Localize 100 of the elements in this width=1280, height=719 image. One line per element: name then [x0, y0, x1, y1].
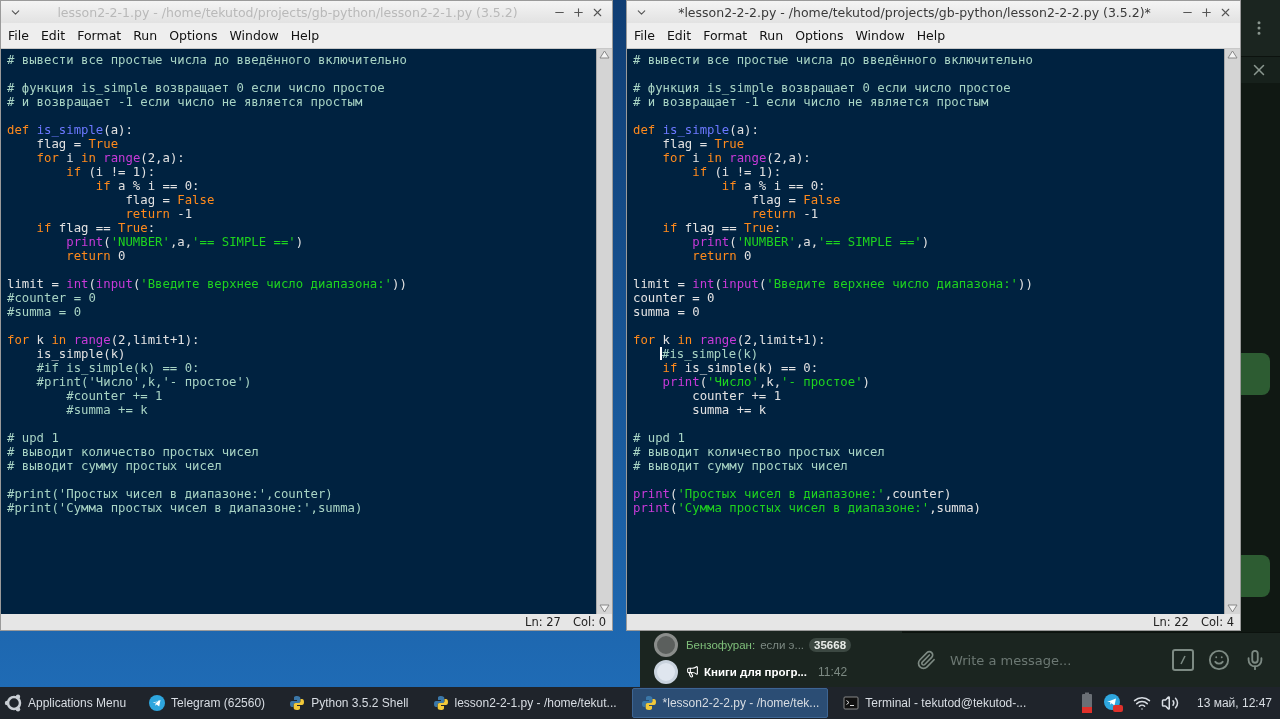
taskbar-item[interactable]: Terminal - tekutod@tekutod-... — [834, 688, 1036, 718]
wifi-icon[interactable] — [1133, 694, 1151, 712]
menu-item[interactable]: Format — [698, 25, 753, 46]
menu-item[interactable]: Help — [285, 25, 325, 46]
menu-item[interactable]: Options — [164, 25, 223, 46]
clock[interactable]: 13 май, 12:47 — [1197, 696, 1272, 710]
python-icon — [289, 695, 306, 711]
menu-item[interactable]: Run — [128, 25, 163, 46]
chat-item[interactable]: Книги для прогр... 11:42 — [640, 658, 902, 685]
code-line: #counter += 1 — [65, 389, 164, 403]
code-line: # upd 1 — [633, 431, 686, 445]
chat-time: 11:42 — [818, 664, 848, 679]
unread-count: 35668 — [809, 637, 852, 652]
taskbar-item[interactable]: *lesson2-2-2.py - /home/tek... — [631, 688, 829, 718]
taskbar-item[interactable]: Python 3.5.2 Shell — [280, 688, 418, 718]
code-line: summa = 0 — [633, 305, 701, 319]
code-line: # вывести все простые числа до введённого включительно — [633, 53, 1034, 67]
code-line: limit = int(input('Введите верхнее число диапазона:')) — [7, 277, 408, 291]
code-line: # выводит сумму простых чисел — [633, 459, 849, 473]
code-line: # и возвращает -1 если число не является простым — [633, 95, 990, 109]
python-icon — [432, 695, 449, 711]
code-line: if is_simple(k) == 0: — [661, 361, 820, 375]
code-line: #if is_simple(k) == 0: — [35, 361, 201, 375]
code-line: # функция is_simple возвращает 0 если число простое — [633, 81, 1012, 95]
code-line: # выводит количество простых чисел — [7, 445, 260, 459]
code-line: #print('Сумма простых чисел в диапазоне:',summa) — [7, 501, 364, 515]
maximize-icon[interactable] — [1200, 5, 1213, 19]
code-line: # upd 1 — [7, 431, 60, 445]
code-line: counter += 1 — [691, 389, 783, 403]
menu-item[interactable]: File — [629, 25, 660, 46]
code-line: print('NUMBER',a,'== SIMPLE ==') — [691, 235, 931, 249]
code-line: for i in range(2,a): — [35, 151, 186, 165]
code-line: return 0 — [65, 249, 127, 263]
code-line: print('Простых чисел в диапазоне:',counter) — [633, 487, 953, 501]
code-line: is_simple(k) — [35, 347, 127, 361]
menu-item[interactable]: Help — [911, 25, 951, 46]
menu-item[interactable]: Options — [790, 25, 849, 46]
code-line: print('NUMBER',a,'== SIMPLE ==') — [65, 235, 305, 249]
menu-item[interactable]: File — [3, 25, 34, 46]
code-line: #print('Число',k,'- простое') — [35, 375, 253, 389]
code-line: #print('Простых чисел в диапазоне:',counter) — [7, 487, 334, 501]
menu-item[interactable]: Format — [72, 25, 127, 46]
column-number: Col: 0 — [572, 615, 606, 629]
code-line: counter = 0 — [633, 291, 716, 305]
code-line: flag = False — [750, 193, 842, 207]
column-number: Col: 4 — [1200, 615, 1234, 629]
code-line: #is_simple(k) — [633, 347, 1224, 361]
code-line: #counter = 0 — [7, 291, 97, 305]
window-title: *lesson2-2-2.py - /home/tekutod/projects/gb-python/lesson2-2-2.py (3.5.2)* — [677, 4, 1152, 20]
code-line: if flag == True: — [35, 221, 157, 235]
code-line: flag = False — [124, 193, 216, 207]
code-line: if a % i == 0: — [94, 179, 201, 193]
avatar — [654, 659, 678, 684]
chat-name: Бензофуран: — [686, 638, 756, 651]
menu-item[interactable]: Window — [850, 25, 910, 46]
chat-preview: если э... — [760, 638, 805, 651]
code-line: # выводит количество простых чисел — [633, 445, 886, 459]
scrollbar[interactable] — [1224, 49, 1240, 614]
menu-item[interactable]: Edit — [661, 25, 697, 46]
scrollbar[interactable] — [596, 49, 612, 614]
taskbar-item[interactable]: lesson2-2-1.py - /home/tekut... — [423, 688, 626, 718]
avatar — [654, 632, 678, 657]
python-icon — [640, 695, 657, 711]
code-line: # вывести все простые числа до введённого включительно — [7, 53, 408, 67]
menu-item[interactable]: Run — [754, 25, 789, 46]
commands-icon[interactable] — [1172, 649, 1194, 671]
code-line: print('Число',k,'- простое') — [661, 375, 871, 389]
code-line: flag = True — [661, 137, 746, 151]
code-line: summa += k — [691, 403, 768, 417]
code-line: def is_simple(a): — [7, 123, 134, 137]
apps-menu-icon — [4, 693, 24, 713]
taskbar-item[interactable]: Telegram (62560) — [140, 688, 275, 718]
code-line: print('Сумма простых чисел в диапазоне:',summa) — [633, 501, 982, 515]
chat-name: Книги для прогр... — [704, 665, 807, 678]
telegram-icon — [149, 695, 166, 711]
applications-menu[interactable]: Applications Menu — [4, 693, 135, 713]
volume-icon[interactable] — [1161, 694, 1179, 712]
code-line: if (i != 1): — [65, 165, 157, 179]
code-line: if flag == True: — [661, 221, 783, 235]
code-line: return -1 — [750, 207, 820, 221]
battery-icon — [1081, 692, 1093, 714]
code-line: for k in range(2,limit+1): — [7, 333, 201, 347]
attach-icon[interactable] — [916, 650, 936, 670]
menu-item[interactable]: Window — [224, 25, 284, 46]
code-line: #summa = 0 — [7, 305, 83, 319]
telegram-tray-icon — [1103, 693, 1123, 713]
code-line: for k in range(2,limit+1): — [633, 333, 827, 347]
menu-item[interactable]: Edit — [35, 25, 71, 46]
code-line: for i in range(2,a): — [661, 151, 812, 165]
code-line: if (i != 1): — [691, 165, 783, 179]
code-line: # функция is_simple возвращает 0 если число простое — [7, 81, 386, 95]
code-line: if a % i == 0: — [720, 179, 827, 193]
maximize-icon[interactable] — [572, 5, 585, 19]
emoji-icon[interactable] — [1208, 649, 1230, 671]
line-number: Ln: 22 — [1153, 615, 1189, 629]
code-line: #summa += k — [65, 403, 149, 417]
megaphone-icon — [686, 665, 699, 678]
code-line: def is_simple(a): — [633, 123, 760, 137]
code-line: flag = True — [35, 137, 120, 151]
code-line: # выводит сумму простых чисел — [7, 459, 223, 473]
